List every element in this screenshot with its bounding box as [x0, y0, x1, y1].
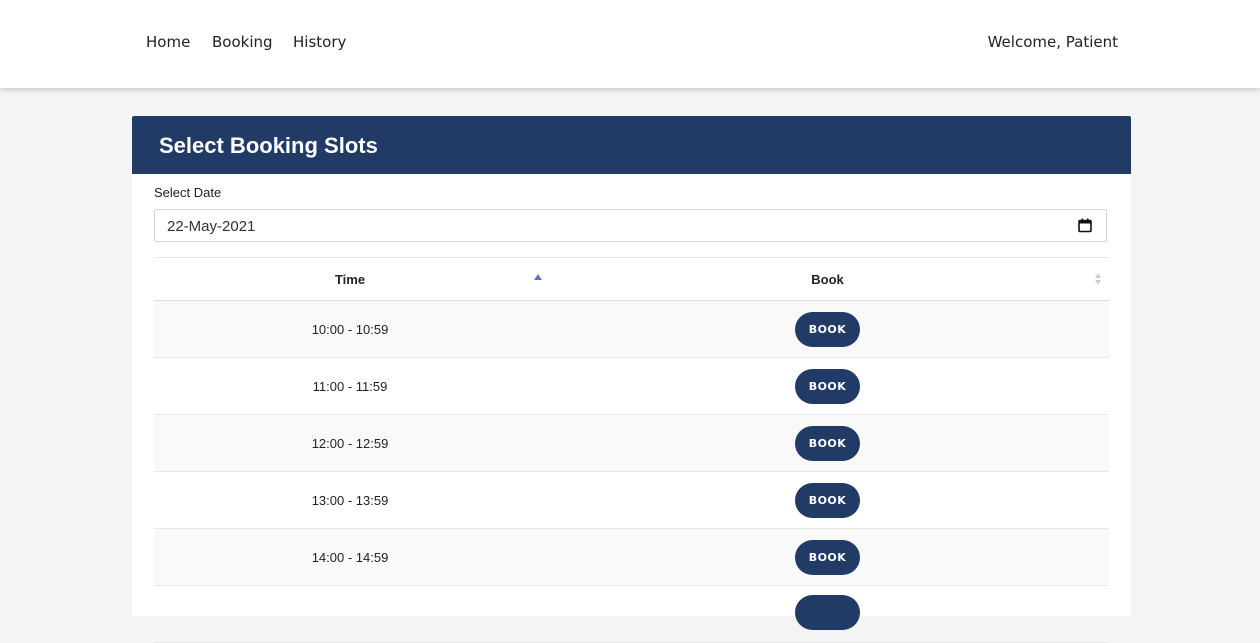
card-title: Select Booking Slots [159, 133, 378, 158]
date-label: Select Date [154, 185, 222, 200]
book-button[interactable]: BOOK [795, 311, 860, 347]
book-button[interactable] [795, 595, 860, 630]
sort-asc-icon [534, 274, 542, 280]
date-value: 22-May-2021 [167, 218, 256, 235]
welcome-text: Welcome, Patient [987, 33, 1118, 51]
nav-link-home[interactable]: Home [146, 33, 190, 51]
calendar-icon[interactable] [1078, 218, 1092, 233]
column-header-time-label: Time [334, 271, 366, 287]
slot-time: 13:00 - 13:59 [154, 471, 546, 529]
slot-time: 11:00 - 11:59 [154, 357, 546, 415]
column-header-time[interactable]: Time [154, 257, 546, 301]
table-row [154, 585, 1109, 643]
book-button[interactable]: BOOK [795, 368, 860, 404]
slot-time: 14:00 - 14:59 [154, 528, 546, 586]
book-button[interactable]: BOOK [795, 425, 860, 461]
table-row: 11:00 - 11:59 BOOK [154, 357, 1109, 415]
column-header-book-label: Book [811, 271, 844, 287]
table-row: 10:00 - 10:59 BOOK [154, 300, 1109, 358]
table-row: 14:00 - 14:59 BOOK [154, 528, 1109, 586]
slots-table: Time Book 10:00 - 10:59 BOOK 11:00 - 11:… [154, 257, 1109, 643]
navbar: Home Booking History Welcome, Patient [0, 0, 1260, 88]
booking-card: Select Booking Slots Select Date 22-May-… [132, 116, 1131, 643]
date-input[interactable]: 22-May-2021 [154, 209, 1107, 242]
table-row: 13:00 - 13:59 BOOK [154, 471, 1109, 529]
card-header: Select Booking Slots [132, 116, 1131, 174]
slot-time: 10:00 - 10:59 [154, 300, 546, 358]
book-button[interactable]: BOOK [795, 539, 860, 575]
table-header-row: Time Book [154, 257, 1109, 301]
slot-time [154, 585, 546, 643]
book-button[interactable]: BOOK [795, 482, 860, 518]
slot-time: 12:00 - 12:59 [154, 414, 546, 472]
nav-link-booking[interactable]: Booking [212, 33, 273, 51]
column-header-book[interactable]: Book [546, 257, 1109, 301]
sort-icon [1095, 273, 1103, 287]
table-row: 12:00 - 12:59 BOOK [154, 414, 1109, 472]
nav-link-history[interactable]: History [293, 33, 346, 51]
